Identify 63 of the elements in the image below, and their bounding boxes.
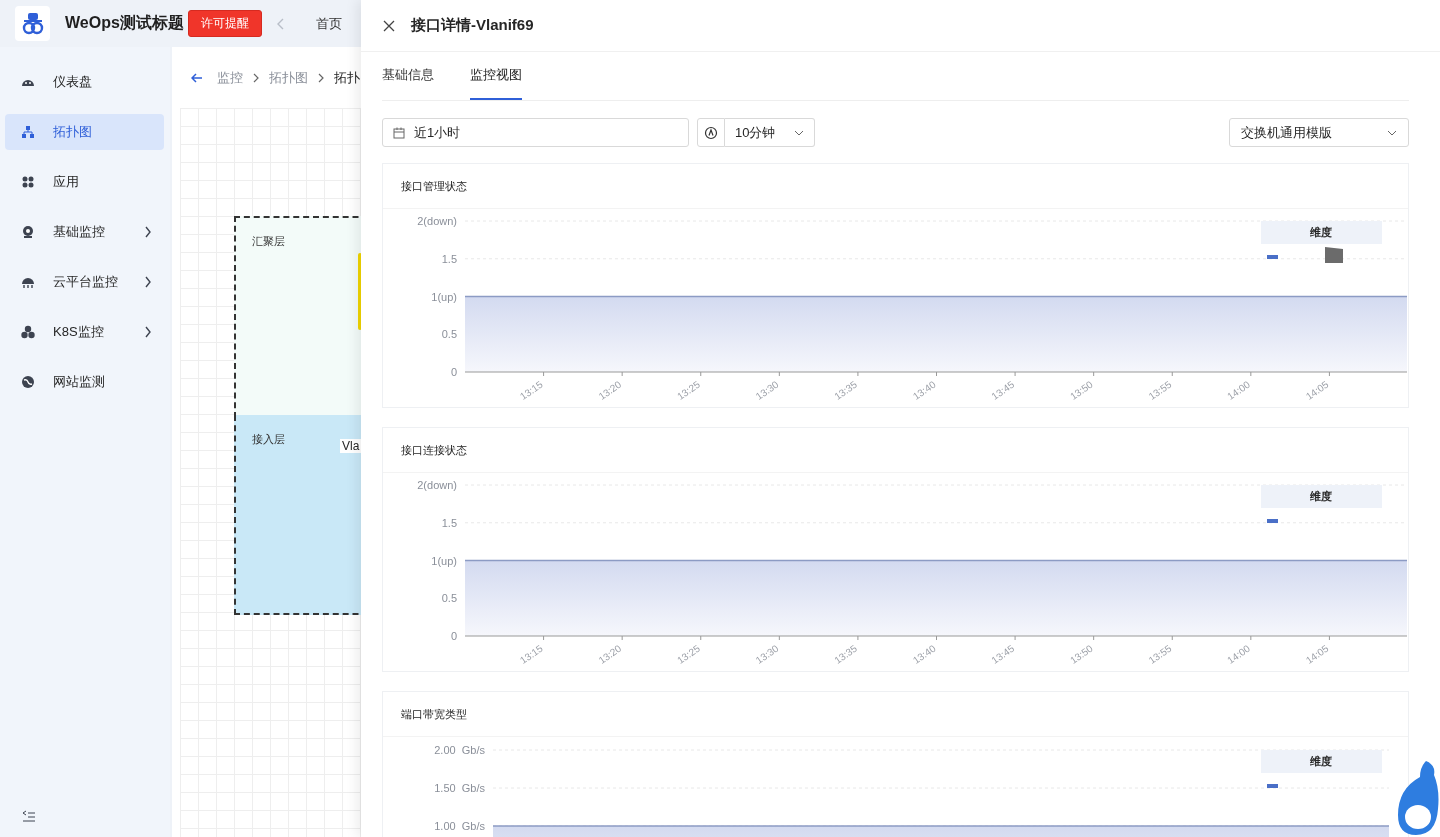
- menu-item-icon: [20, 174, 36, 190]
- menu-item-icon: [20, 324, 36, 340]
- legend-title: 维度: [1310, 226, 1332, 238]
- sidebar-item[interactable]: K8S监控: [5, 314, 164, 350]
- breadcrumb-link[interactable]: 监控: [217, 68, 243, 87]
- interval-select[interactable]: 10分钟: [725, 118, 815, 147]
- menu-item-label: 拓扑图: [53, 123, 93, 141]
- axis-label: 1.5: [441, 252, 457, 265]
- sidebar-item[interactable]: 仪表盘: [5, 64, 164, 100]
- license-button[interactable]: 许可提醒: [187, 10, 262, 37]
- node-label: Vla: [340, 439, 362, 453]
- sidebar-item[interactable]: 拓扑图: [5, 114, 164, 150]
- chevron-right-icon: [318, 72, 324, 83]
- chart-title: 端口带宽类型: [383, 692, 1408, 737]
- axis-label: 1.5: [441, 516, 457, 529]
- menu-item-icon: [20, 124, 36, 140]
- menu-item-label: 应用: [53, 173, 80, 191]
- menu-item-label: 基础监控: [53, 223, 106, 241]
- axis-label: 2(down): [417, 479, 457, 491]
- legend-title: 维度: [1310, 490, 1332, 502]
- axis-label: 0.5: [441, 592, 457, 605]
- sidebar-item[interactable]: 应用: [5, 164, 164, 200]
- sidebar-item[interactable]: 网站监测: [5, 364, 164, 400]
- menu-item-icon: [20, 224, 36, 240]
- chart-title: 接口管理状态: [383, 164, 1408, 209]
- axis-label: 2(down): [417, 215, 457, 227]
- chevron-left-icon: [275, 16, 286, 31]
- group-label: 汇聚层: [252, 234, 285, 249]
- calendar-icon: [393, 126, 405, 139]
- date-range-picker[interactable]: 近1小时: [382, 118, 689, 147]
- chevron-right-icon: [253, 72, 259, 83]
- drawer-title: 接口详情-Vlanif69: [411, 16, 534, 35]
- caret-down-icon: [1387, 129, 1397, 136]
- template-select[interactable]: 交换机通用模版: [1229, 118, 1409, 147]
- refresh-button[interactable]: [697, 118, 725, 147]
- axis-label: 0: [450, 630, 457, 642]
- tab[interactable]: 基础信息: [382, 52, 434, 100]
- menu-item-label: K8S监控: [53, 323, 105, 341]
- legend-title: 维度: [1310, 755, 1332, 767]
- chart-title: 接口连接状态: [383, 428, 1408, 473]
- menu-item-icon: [20, 374, 36, 390]
- breadcrumb-link[interactable]: 拓扑: [334, 68, 360, 87]
- axis-label: 1.50 Gb/s: [434, 782, 485, 794]
- tab[interactable]: 监控视图: [470, 52, 522, 100]
- group-label: 接入层: [252, 432, 285, 447]
- menu-item-label: 云平台监控: [53, 273, 119, 291]
- home-tab[interactable]: 首页: [315, 14, 342, 33]
- axis-label: 0: [450, 366, 457, 378]
- axis-label: 1(up): [431, 554, 457, 567]
- sidebar-item[interactable]: 基础监控: [5, 214, 164, 250]
- axis-label: 1(up): [431, 290, 457, 303]
- caret-down-icon: [794, 129, 804, 136]
- menu-item-label: 网站监测: [53, 373, 106, 391]
- close-icon: [383, 19, 395, 32]
- axis-label: 1.00 Gb/s: [434, 820, 485, 832]
- sidebar-item[interactable]: 云平台监控: [5, 264, 164, 300]
- menu-item-label: 仪表盘: [53, 73, 93, 91]
- back-arrow-icon: [191, 72, 203, 83]
- refresh-icon: [704, 125, 718, 140]
- app-title: WeOps测试标题: [65, 13, 184, 33]
- collapse-menu-icon: [22, 810, 36, 822]
- axis-label: 0.5: [441, 328, 457, 341]
- axis-label: 2.00 Gb/s: [434, 744, 485, 756]
